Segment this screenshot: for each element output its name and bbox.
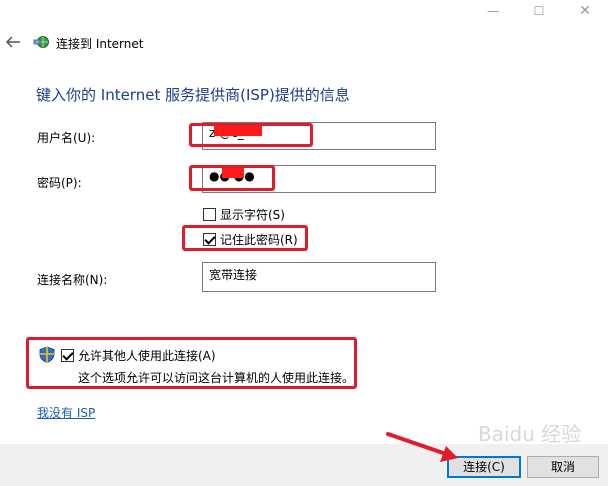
network-globe-icon [33,36,49,48]
minimize-button[interactable]: — [470,0,516,26]
no-isp-link[interactable]: 我没有 ISP [37,404,95,421]
username-label: 用户名(U): [37,131,96,145]
show-chars-label: 显示字符(S) [220,208,285,222]
connection-name-label: 连接名称(N): [37,273,108,287]
back-arrow-icon[interactable] [4,34,22,50]
remember-annotation-box [182,225,308,251]
connection-name-field[interactable]: 宽带连接 [202,262,436,292]
show-chars-row[interactable]: 显示字符(S) [203,206,285,223]
maximize-button[interactable]: ☐ [516,0,562,26]
page-heading: 键入你的 Internet 服务提供商(ISP)提供的信息 [36,86,350,104]
allow-others-annotation-box [26,337,357,389]
close-button[interactable]: ✕ [562,0,608,26]
show-chars-checkbox[interactable] [203,208,216,221]
wizard-title: 连接到 Internet [56,37,144,51]
cancel-button[interactable]: 取消 [527,456,599,478]
title-bar: — ☐ ✕ [0,0,608,26]
annotation-arrow-icon [386,432,458,462]
connection-name-value: 宽带连接 [209,268,258,282]
password-annotation-box [189,165,275,191]
baidu-watermark: Baidu 经验 [478,422,582,446]
username-annotation-box [189,123,313,147]
password-label: 密码(P): [37,176,82,190]
